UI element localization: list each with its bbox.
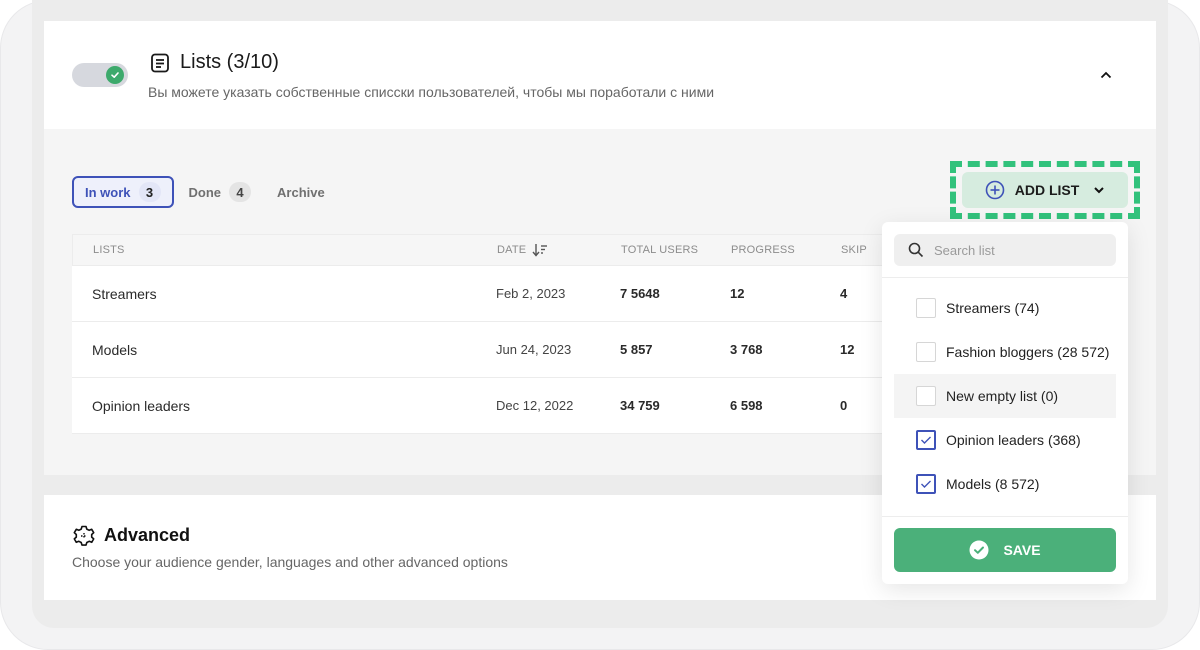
column-header-date[interactable]: DATE — [497, 235, 548, 265]
table-header: LISTS DATE TOTAL USERS PROGRESS SKIP — [72, 234, 892, 266]
add-list-button[interactable]: ADD LIST — [962, 172, 1128, 208]
list-option[interactable]: Streamers (74) — [894, 286, 1116, 330]
check-icon — [921, 436, 931, 444]
list-option[interactable]: Fashion bloggers (28 572) — [894, 330, 1116, 374]
option-label: Streamers (74) — [946, 300, 1040, 316]
chevron-down-icon — [1094, 187, 1104, 194]
add-list-dropdown: Streamers (74) Fashion bloggers (28 572)… — [882, 222, 1128, 584]
tab-label: In work — [85, 184, 131, 200]
tab-count-badge: 3 — [138, 182, 161, 202]
cell-list-name: Streamers — [92, 285, 157, 302]
cell-list-name: Models — [92, 341, 138, 358]
cell-skip: 12 — [840, 342, 855, 357]
save-label: SAVE — [1003, 542, 1041, 558]
cell-date: Jun 24, 2023 — [496, 342, 572, 357]
checkbox[interactable] — [916, 342, 936, 362]
lists-toggle[interactable] — [72, 63, 128, 87]
option-label: Models (8 572) — [946, 476, 1040, 492]
search-icon — [908, 242, 924, 258]
cell-date: Dec 12, 2022 — [496, 398, 574, 413]
table-row[interactable]: Models Jun 24, 2023 5 857 3 768 12 — [72, 322, 892, 378]
option-label: New empty list (0) — [946, 388, 1059, 404]
checkbox[interactable] — [916, 386, 936, 406]
add-list-highlight: ADD LIST — [950, 161, 1140, 219]
lists-table: LISTS DATE TOTAL USERS PROGRESS SKIP Str… — [72, 234, 892, 434]
collapse-button[interactable] — [1096, 65, 1116, 85]
toggle-check-icon — [106, 66, 124, 84]
search-list-input[interactable] — [934, 242, 1104, 258]
divider — [882, 516, 1128, 517]
checkbox[interactable] — [916, 298, 936, 318]
list-option[interactable]: Opinion leaders (368) — [894, 418, 1116, 462]
list-option[interactable]: Models (8 572) — [894, 462, 1116, 506]
advanced-title: Advanced — [104, 525, 191, 545]
section-title: Lists (3/10) — [180, 51, 279, 73]
tab-in-work[interactable]: In work 3 — [72, 176, 174, 208]
cell-skip: 0 — [840, 398, 848, 413]
check-circle-icon — [969, 540, 989, 560]
column-header-progress: PROGRESS — [731, 244, 795, 256]
cell-progress: 12 — [730, 286, 745, 301]
table-row[interactable]: Streamers Feb 2, 2023 7 5648 12 4 — [72, 266, 892, 322]
cell-progress: 6 598 — [730, 398, 763, 413]
table-row[interactable]: Opinion leaders Dec 12, 2022 34 759 6 59… — [72, 378, 892, 434]
column-header-total-users: TOTAL USERS — [621, 244, 699, 256]
checkbox-checked[interactable] — [916, 474, 936, 494]
tab-label: Done — [188, 184, 222, 200]
tab-archive[interactable]: Archive — [266, 176, 336, 208]
cell-total-users: 7 5648 — [620, 286, 660, 301]
divider — [882, 277, 1128, 278]
option-label: Opinion leaders (368) — [946, 432, 1081, 448]
cell-total-users: 5 857 — [620, 342, 653, 357]
lists-section-header: Lists (3/10) Вы можете указать собственн… — [44, 21, 1156, 129]
column-header-date-label: DATE — [497, 244, 527, 256]
save-button[interactable]: SAVE — [894, 528, 1116, 572]
tab-count-badge: 4 — [229, 182, 252, 202]
list-document-icon — [151, 53, 169, 73]
column-header-skip: SKIP — [841, 244, 867, 256]
search-field[interactable] — [894, 234, 1116, 266]
tab-done[interactable]: Done 4 — [178, 176, 263, 208]
cell-list-name: Opinion leaders — [92, 397, 191, 414]
tab-label: Archive — [277, 184, 325, 200]
cell-progress: 3 768 — [730, 342, 763, 357]
add-list-label: ADD LIST — [1014, 182, 1080, 198]
check-icon — [921, 480, 931, 488]
plus-circle-icon — [985, 180, 1005, 200]
gear-icon — [73, 525, 95, 546]
chevron-up-icon — [1100, 71, 1112, 79]
column-header-lists: LISTS — [93, 244, 125, 256]
cell-skip: 4 — [840, 286, 848, 301]
list-tabs: In work 3 Done 4 Archive — [72, 176, 340, 208]
sort-descending-icon[interactable] — [532, 243, 548, 257]
cell-date: Feb 2, 2023 — [496, 286, 566, 301]
list-option[interactable]: New empty list (0) — [894, 374, 1116, 418]
option-label: Fashion bloggers (28 572) — [946, 344, 1110, 360]
cell-total-users: 34 759 — [620, 398, 660, 413]
advanced-subtitle: Choose your audience gender, languages a… — [72, 554, 508, 570]
checkbox-checked[interactable] — [916, 430, 936, 450]
section-subtitle: Вы можете указать собственные спиcски по… — [148, 84, 715, 100]
